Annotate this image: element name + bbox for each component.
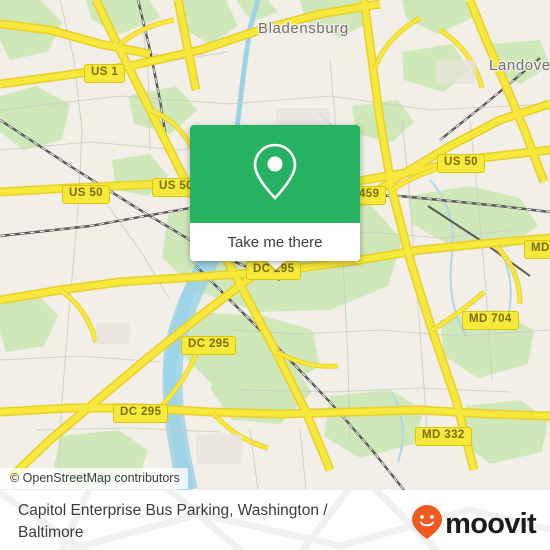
- moovit-pin-icon: [411, 504, 443, 545]
- place-label-bladensburg: Bladensburg: [258, 20, 349, 37]
- highway-shield-us50-east: US 50: [437, 154, 485, 173]
- screenshot-root: Bladensburg Landover US 1 US 50 US 50 US…: [0, 0, 550, 550]
- highway-shield-dc295-mid: DC 295: [181, 336, 237, 355]
- highway-shield-dc295-lower: DC 295: [113, 404, 169, 423]
- highway-shield-md704-upper: MD 704: [462, 311, 519, 330]
- location-callout-card[interactable]: Take me there: [190, 125, 360, 261]
- map-pin-icon: [250, 141, 300, 208]
- moovit-wordmark: moovit: [445, 508, 537, 540]
- location-title: Capitol Enterprise Bus Parking, Washingt…: [18, 502, 328, 541]
- take-me-there-button[interactable]: Take me there: [190, 223, 360, 261]
- card-pin-area: [190, 125, 360, 223]
- page-footer: Capitol Enterprise Bus Parking, Washingt…: [0, 490, 550, 550]
- highway-shield-us50-west: US 50: [62, 185, 110, 204]
- place-label-landover: Landover: [489, 57, 550, 74]
- highway-shield-md332: MD 332: [415, 427, 472, 446]
- moovit-logo[interactable]: moovit: [411, 504, 537, 545]
- osm-attribution[interactable]: © OpenStreetMap contributors: [0, 468, 188, 489]
- highway-shield-us1: US 1: [84, 64, 126, 83]
- highway-shield-md-edge: MD: [524, 240, 550, 259]
